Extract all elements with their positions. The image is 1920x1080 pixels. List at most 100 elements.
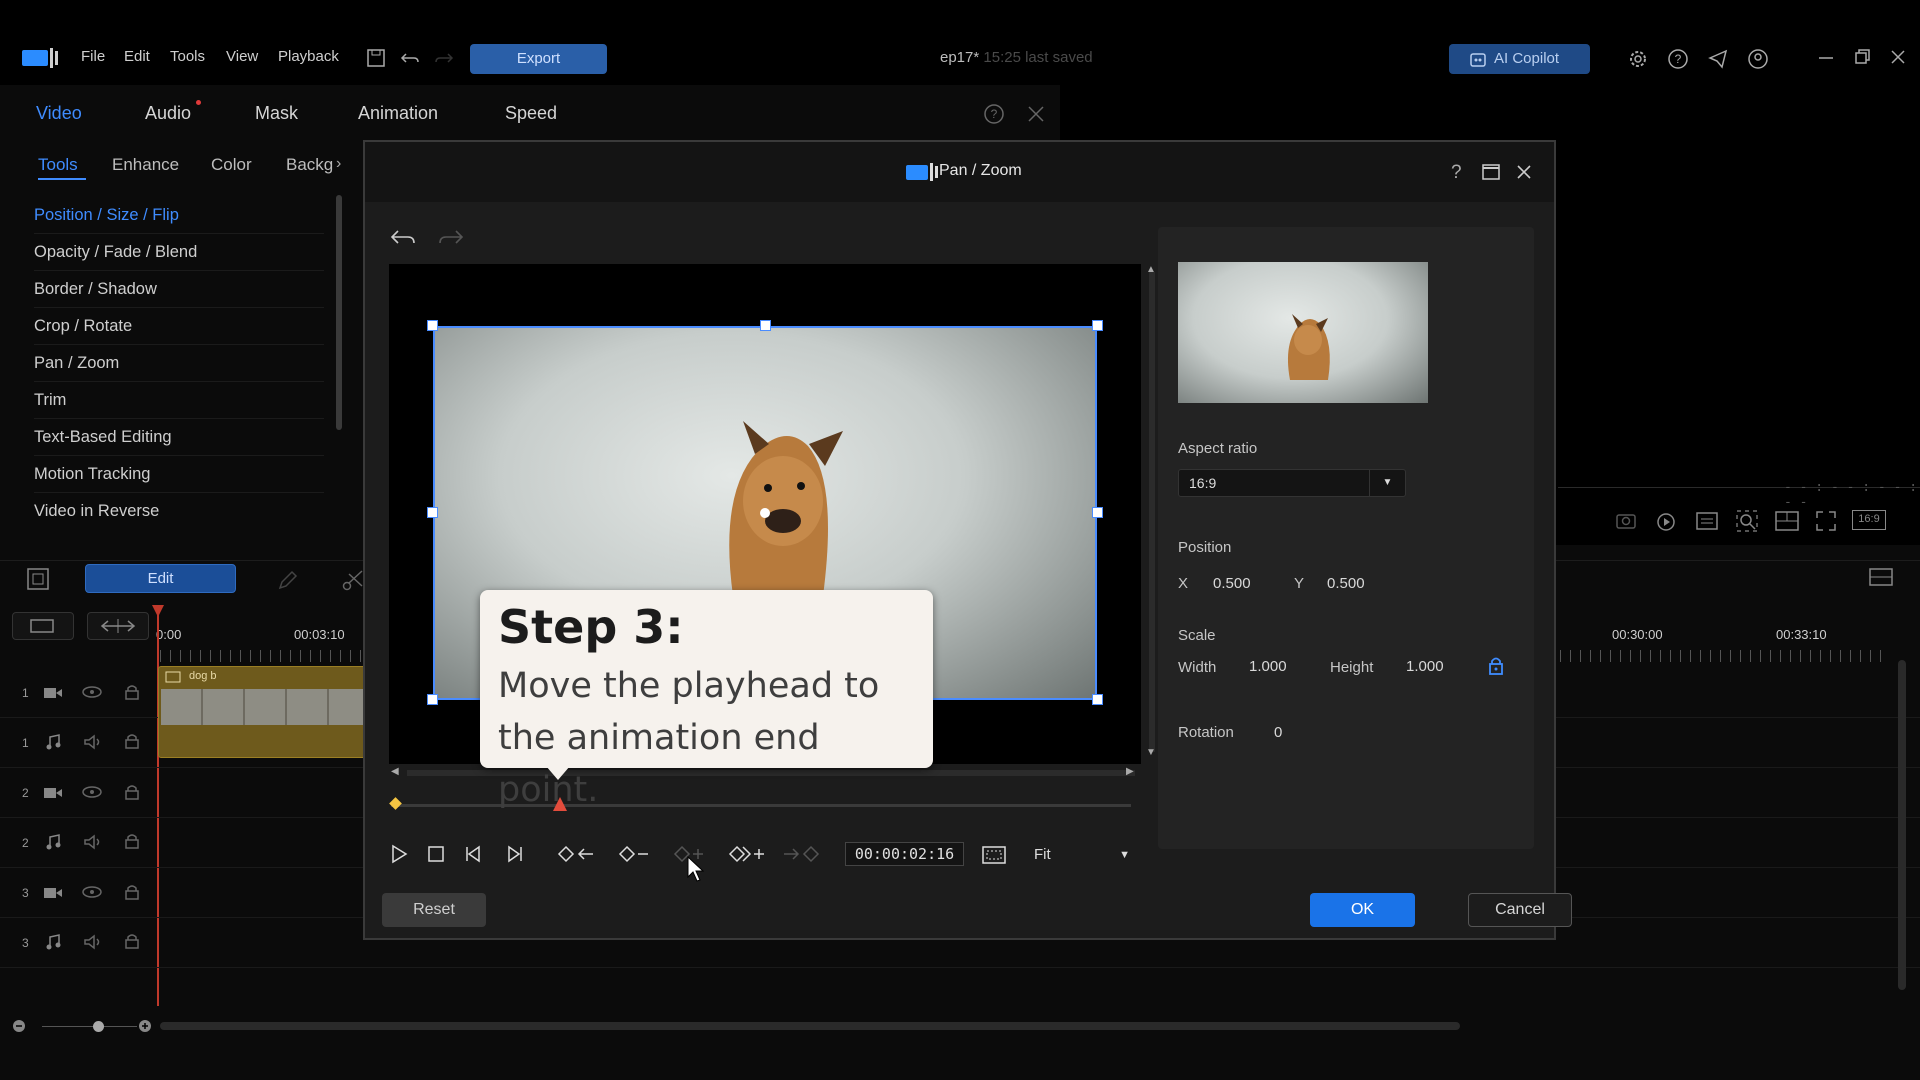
selection-handle[interactable]	[427, 320, 438, 331]
width-value-input[interactable]: 1.000	[1249, 658, 1287, 675]
lock-icon[interactable]	[125, 884, 139, 900]
tool-text-based-editing[interactable]: Text-Based Editing	[34, 420, 324, 456]
account-icon[interactable]	[1747, 48, 1769, 70]
prev-keyframe-icon[interactable]	[557, 845, 595, 863]
eye-icon[interactable]	[82, 785, 102, 799]
eye-icon[interactable]	[82, 885, 102, 899]
selection-handle[interactable]	[760, 320, 771, 331]
snapshot-icon[interactable]	[1615, 510, 1637, 530]
scroll-left-arrow[interactable]: ◀	[391, 766, 399, 777]
timeline-vertical-scrollbar[interactable]	[1898, 660, 1906, 990]
zoom-slider-thumb[interactable]	[93, 1021, 104, 1032]
subtab-enhance[interactable]: Enhance	[112, 155, 179, 175]
pen-icon[interactable]	[276, 568, 300, 592]
menu-tools[interactable]: Tools	[170, 48, 205, 65]
lock-aspect-icon[interactable]	[1488, 656, 1504, 676]
lock-icon[interactable]	[125, 733, 139, 749]
safe-zone-icon[interactable]	[982, 846, 1006, 864]
dialog-maximize-icon[interactable]	[1482, 164, 1500, 180]
subtab-tools[interactable]: Tools	[38, 155, 78, 175]
next-keyframe-icon[interactable]	[782, 845, 820, 863]
scroll-right-arrow[interactable]: ▶	[1126, 766, 1134, 777]
timecode-display[interactable]: 00:00:02:16	[845, 842, 964, 866]
tools-scrollbar[interactable]	[336, 195, 342, 430]
fullscreen-icon[interactable]	[1815, 510, 1837, 532]
eye-icon[interactable]	[82, 685, 102, 699]
preview-vertical-scrollbar[interactable]	[1149, 272, 1155, 752]
save-icon[interactable]	[366, 48, 388, 70]
scissors-icon[interactable]	[342, 568, 364, 592]
y-value-input[interactable]: 0.500	[1327, 575, 1365, 592]
restore-icon[interactable]	[1853, 48, 1875, 70]
duplicate-keyframe-icon[interactable]	[728, 845, 766, 863]
selection-handle[interactable]	[1092, 320, 1103, 331]
prev-frame-icon[interactable]	[465, 845, 485, 863]
tool-crop-rotate[interactable]: Crop / Rotate	[34, 309, 324, 345]
tool-opacity-fade-blend[interactable]: Opacity / Fade / Blend	[34, 235, 324, 271]
scroll-up-arrow[interactable]: ▲	[1146, 264, 1156, 275]
subtab-background[interactable]: Backg	[286, 155, 333, 175]
subtitles-icon[interactable]	[1696, 512, 1718, 530]
chevron-right-icon[interactable]: ›	[336, 155, 341, 173]
lock-icon[interactable]	[125, 784, 139, 800]
zoom-slider-track[interactable]	[42, 1026, 137, 1027]
video-clip[interactable]: dog b	[158, 666, 368, 758]
selection-handle[interactable]	[427, 507, 438, 518]
lock-icon[interactable]	[125, 933, 139, 949]
selection-handle[interactable]	[1092, 694, 1103, 705]
height-value-input[interactable]: 1.000	[1406, 658, 1444, 675]
feedback-icon[interactable]	[1707, 48, 1729, 70]
tab-audio[interactable]: Audio	[145, 103, 191, 124]
aspect-ratio-badge[interactable]: 16:9	[1852, 510, 1886, 530]
tool-trim[interactable]: Trim	[34, 383, 324, 419]
aspect-ratio-select[interactable]: 16:9 ▼	[1178, 469, 1406, 497]
remove-keyframe-icon[interactable]	[618, 845, 650, 863]
reset-button[interactable]: Reset	[382, 893, 486, 927]
menu-view[interactable]: View	[226, 48, 258, 65]
undo-icon[interactable]	[400, 48, 422, 70]
scroll-down-arrow[interactable]: ▼	[1146, 747, 1156, 758]
tool-video-in-reverse[interactable]: Video in Reverse	[34, 494, 324, 530]
menu-edit[interactable]: Edit	[124, 48, 150, 65]
timeline-settings-icon[interactable]	[1868, 567, 1894, 591]
redo-icon[interactable]	[434, 48, 456, 70]
ai-copilot-button[interactable]: AI Copilot	[1449, 44, 1590, 74]
gear-icon[interactable]	[1627, 48, 1649, 70]
layout-icon[interactable]	[1775, 511, 1799, 531]
menu-playback[interactable]: Playback	[278, 48, 339, 65]
add-track-button[interactable]	[12, 612, 74, 640]
dialog-undo-icon[interactable]	[390, 227, 416, 247]
selection-handle[interactable]	[1092, 507, 1103, 518]
export-button[interactable]: Export	[470, 44, 607, 74]
tool-motion-tracking[interactable]: Motion Tracking	[34, 457, 324, 493]
zoom-out-icon[interactable]	[12, 1019, 26, 1033]
play-icon[interactable]	[390, 844, 408, 864]
tab-video[interactable]: Video	[36, 103, 82, 124]
zoom-preview-icon[interactable]	[1736, 510, 1758, 532]
close-icon[interactable]	[1889, 48, 1911, 70]
render-preview-icon[interactable]	[1656, 510, 1678, 532]
zoom-in-icon[interactable]	[138, 1019, 152, 1033]
next-frame-icon[interactable]	[503, 845, 523, 863]
tab-animation[interactable]: Animation	[358, 103, 438, 124]
start-keyframe[interactable]	[389, 797, 402, 810]
speaker-icon[interactable]	[83, 834, 103, 850]
tool-border-shadow[interactable]: Border / Shadow	[34, 272, 324, 308]
selection-handle[interactable]	[427, 694, 438, 705]
cancel-button[interactable]: Cancel	[1468, 893, 1572, 927]
ok-button[interactable]: OK	[1310, 893, 1415, 927]
x-value-input[interactable]: 0.500	[1213, 575, 1251, 592]
menu-file[interactable]: File	[81, 48, 105, 65]
tool-pan-zoom[interactable]: Pan / Zoom	[34, 346, 324, 382]
tab-mask[interactable]: Mask	[255, 103, 298, 124]
rotation-value-input[interactable]: 0	[1274, 724, 1282, 741]
dialog-redo-icon[interactable]	[438, 227, 464, 247]
minimize-icon[interactable]	[1817, 48, 1839, 70]
speaker-icon[interactable]	[83, 934, 103, 950]
storyboard-icon[interactable]	[26, 567, 50, 591]
speaker-icon[interactable]	[83, 734, 103, 750]
tab-speed[interactable]: Speed	[505, 103, 557, 124]
stop-icon[interactable]	[428, 846, 444, 862]
timeline-horizontal-scrollbar[interactable]	[160, 1022, 1460, 1030]
dialog-help-icon[interactable]: ?	[1451, 162, 1462, 184]
